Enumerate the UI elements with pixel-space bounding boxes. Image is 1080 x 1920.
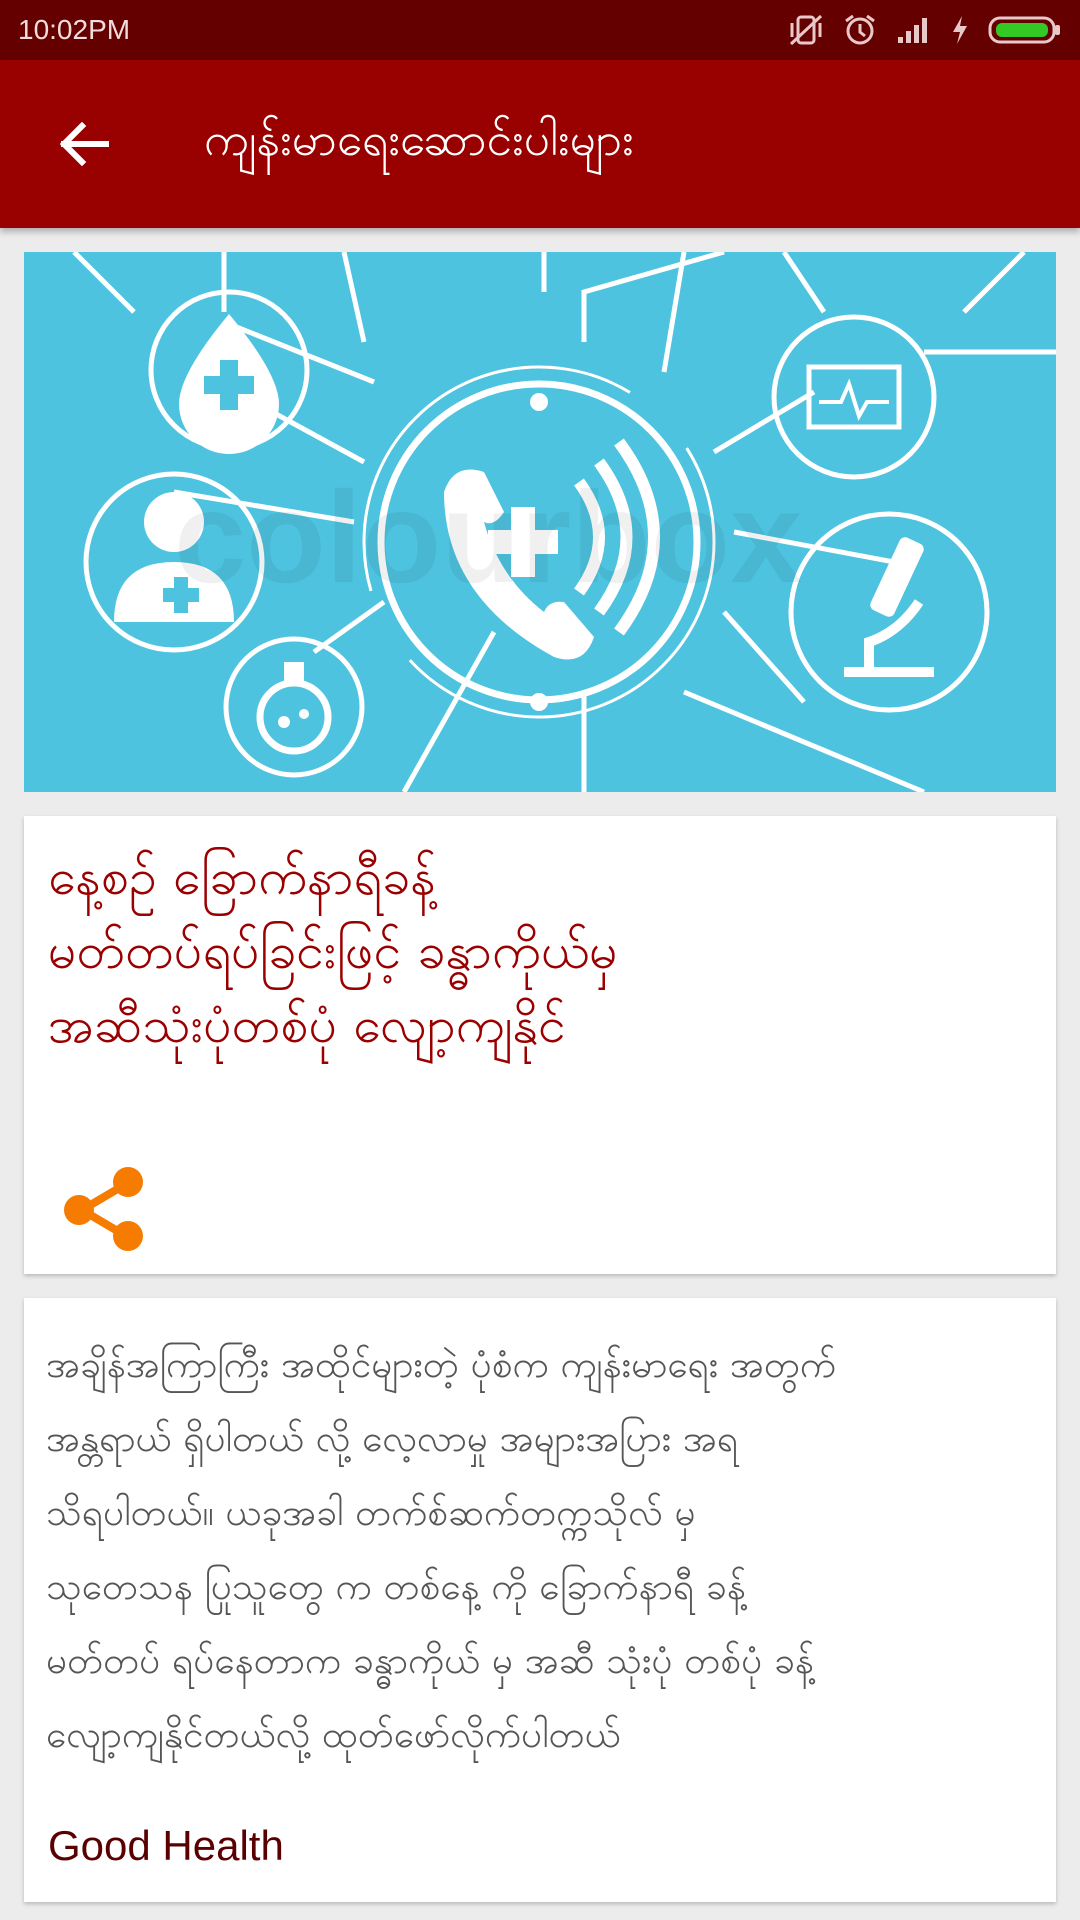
back-button[interactable]	[34, 94, 134, 194]
share-icon	[64, 1167, 143, 1251]
alarm-icon	[842, 13, 878, 47]
app-bar: ကျန်းမာရေးဆောင်းပါးများ	[0, 60, 1080, 228]
article-source: Good Health	[48, 1822, 284, 1869]
battery-icon	[988, 14, 1062, 46]
body-line: မတ်တပ် ရပ်နေတာက ခန္ဓာကိုယ် မှ အဆီ သုံးပု…	[46, 1639, 814, 1682]
charging-icon	[950, 14, 970, 46]
share-button[interactable]	[54, 1156, 154, 1256]
vibrate-off-icon	[788, 13, 824, 47]
body-line: လျော့ကျနိုင်တယ်လို့ ထုတ်ဖော်လိုက်ပါတယ်	[46, 1713, 621, 1756]
article-body: အချိန်အကြာကြီး အထိုင်များတဲ့ ပုံစံက ကျန်…	[46, 1328, 1036, 1772]
arrow-left-icon	[59, 121, 109, 167]
article-headline: နေ့စဉ် ခြောက်နာရီခန့် မတ်တပ်ရပ်ခြင်းဖြင့…	[48, 840, 1028, 1062]
headline-line: အဆီသုံးပုံတစ်ပုံ လျော့ကျနိုင်	[48, 996, 566, 1054]
article-body-card: အချိန်အကြာကြီး အထိုင်များတဲ့ ပုံစံက ကျန်…	[24, 1298, 1056, 1902]
body-line: အချိန်အကြာကြီး အထိုင်များတဲ့ ပုံစံက ကျန်…	[46, 1343, 837, 1386]
signal-icon	[896, 15, 932, 45]
microscope-icon	[788, 511, 990, 713]
headline-line: နေ့စဉ် ခြောက်နာရီခန့်	[48, 848, 437, 906]
hero-image: colourbox	[24, 252, 1056, 792]
monitor-icon	[771, 314, 937, 480]
flask-icon	[223, 636, 365, 778]
status-time: 10:02PM	[18, 14, 131, 45]
page-title: ကျန်းမာရေးဆောင်းပါးများ	[204, 111, 634, 166]
status-bar: 10:02PM	[0, 0, 1080, 60]
headline-line: မတ်တပ်ရပ်ခြင်းဖြင့် ခန္ဓာကိုယ်မှ	[48, 922, 618, 980]
medical-drop-icon	[148, 289, 310, 454]
body-line: အန္တရာယ် ရှိပါတယ် လို့ လေ့လာမှု အများအပြ…	[46, 1417, 739, 1460]
body-line: သိရပါတယ်။ ယခုအခါ တက်စ်ဆက်တက္ကသိုလ် မှ	[46, 1491, 696, 1534]
watermark-text: colourbox	[174, 464, 802, 610]
status-icons	[788, 13, 1062, 47]
article-title-card: နေ့စဉ် ခြောက်နာရီခန့် မတ်တပ်ရပ်ခြင်းဖြင့…	[24, 816, 1056, 1274]
body-line: သုတေသန ပြုသူတွေ က တစ်နေ့ ကို ခြောက်နာရီ …	[46, 1565, 746, 1608]
